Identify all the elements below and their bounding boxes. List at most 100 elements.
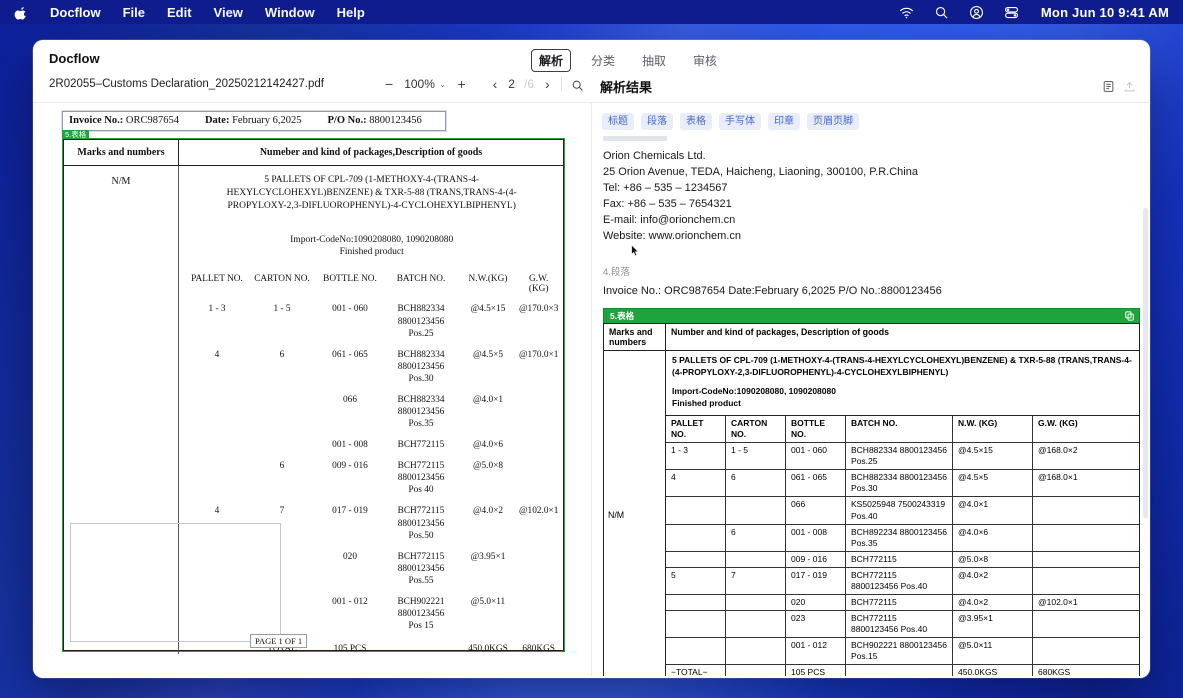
account-icon[interactable]	[969, 5, 984, 20]
copy-table-icon[interactable]	[1125, 311, 1134, 321]
parsed-col-marks-header: Marks and numbers	[604, 324, 666, 351]
parsed-col-goods-header: Number and kind of packages, Description…	[666, 324, 1139, 351]
chip-seal[interactable]: 印章	[768, 113, 800, 130]
pdf-import-code: Import-CodeNo:1090208080, 1090208080	[185, 235, 558, 245]
table-row: 1 - 31 - 5001 - 060BCH882334 8800123456 …	[666, 443, 1139, 470]
viewer-toolbar: 2R02055–Customs Declaration_202502121424…	[33, 70, 1150, 103]
menu-edit[interactable]: Edit	[167, 5, 192, 20]
element-type-chips: 标题 段落 表格 手写体 印章 页眉页脚	[602, 113, 1136, 130]
pdf-subtable-headers: PALLET NO. CARTON NO. BOTTLE NO. BATCH N…	[185, 274, 558, 294]
results-scrollbar[interactable]	[1143, 208, 1148, 518]
pdf-finished-product: Finished product	[185, 247, 558, 257]
pdf-total-pcs: 105 PCS	[315, 644, 385, 654]
parsed-goods-description: 5 PALLETS OF CPL-709 (1-METHOXY-4-(TRANS…	[672, 355, 1133, 379]
apple-menu-icon[interactable]	[14, 4, 28, 21]
table-row: 023BCH772115 8800123456 Pos.40@3.95×1	[666, 611, 1139, 638]
menubar-app-name[interactable]: Docflow	[50, 5, 101, 20]
pdf-header-nw: N.W.(KG)	[457, 274, 519, 294]
table-row: Website: www.orionchem.cn	[603, 229, 1136, 245]
table-detection-tag: 5.表格	[62, 130, 89, 139]
table-section-header: 5.表格	[603, 308, 1140, 323]
page-current[interactable]: 2	[508, 77, 515, 91]
window-content: Invoice No.: ORC987654 Date: February 6,…	[33, 103, 1150, 676]
pdf-total-row: −TOTAL− 105 PCS 450.0KGS 680KGS	[185, 644, 558, 654]
table-row: Orion Chemicals Ltd.	[603, 149, 1136, 165]
table-row: 009 - 016BCH772115@5.0×8	[666, 552, 1139, 568]
tab-extract[interactable]: 抽取	[635, 50, 673, 71]
date-label: Date:	[205, 115, 230, 126]
page-prev-button[interactable]: ‹	[491, 75, 500, 93]
pdf-header-carton: CARTON NO.	[249, 274, 315, 294]
table-row: 1 - 31 - 5001 - 060BCH882334 8800123456 …	[185, 303, 558, 339]
pdf-header-gw: G.W. (KG)	[519, 274, 558, 294]
menu-window[interactable]: Window	[265, 5, 315, 20]
parsed-table: Marks and numbers Number and kind of pac…	[603, 323, 1140, 676]
date-value: February 6,2025	[232, 115, 301, 126]
toolbar-divider	[561, 77, 562, 91]
pdf-page: Invoice No.: ORC987654 Date: February 6,…	[33, 103, 565, 652]
pdf-col-goods-header: Numeber and kind of packages,Description…	[179, 140, 563, 165]
chip-table[interactable]: 表格	[680, 113, 712, 130]
table-row: 57017 - 019BCH772115 8800123456 Pos.40@4…	[666, 568, 1139, 595]
po-label: P/O No.:	[328, 115, 367, 126]
table-row: Fax: +86 – 535 – 7654321	[603, 197, 1136, 213]
wifi-icon[interactable]	[899, 5, 914, 20]
zoom-caret-icon[interactable]: ⌄	[439, 79, 447, 90]
pdf-header-batch: BATCH NO.	[385, 274, 457, 294]
export-icon[interactable]	[1123, 80, 1136, 93]
menubar-clock[interactable]: Mon Jun 10 9:41 AM	[1041, 5, 1169, 20]
parse-results-pane[interactable]: 标题 段落 表格 手写体 印章 页眉页脚 Orion Chemicals Ltd…	[592, 103, 1150, 676]
table-row: 066KS5025948 7500243319 Pos.40@4.0×1	[666, 497, 1139, 524]
address-paragraph: Orion Chemicals Ltd.25 Orion Avenue, TED…	[603, 149, 1136, 245]
document-search-icon[interactable]	[571, 77, 584, 92]
pdf-total-nw: 450.0KGS	[457, 644, 519, 654]
pdf-header-bottle: BOTTLE NO.	[315, 274, 385, 294]
table-row: 25 Orion Avenue, TEDA, Haicheng, Liaonin…	[603, 165, 1136, 181]
window-header: Docflow 解析 分类 抽取 审核	[33, 40, 1150, 70]
pdf-viewer-pane[interactable]: Invoice No.: ORC987654 Date: February 6,…	[33, 103, 592, 676]
zoom-out-button[interactable]: −	[383, 75, 395, 93]
table-row: 46061 - 065BCH882334 8800123456 Pos.30@4…	[185, 349, 558, 385]
mode-tabs: 解析 分类 抽取 审核	[531, 49, 724, 72]
page-next-button[interactable]: ›	[543, 75, 552, 93]
table-row: 001 - 012BCH902221 8800123456 Pos.15@5.0…	[666, 638, 1139, 665]
parsed-inner-rows: 1 - 31 - 5001 - 060BCH882334 8800123456 …	[666, 443, 1139, 676]
document-outline-icon[interactable]	[1102, 80, 1115, 93]
pdf-goods-description: 5 PALLETS OF CPL-709 (1-METHOXY-4-(TRANS…	[185, 174, 558, 212]
chip-handwriting[interactable]: 手写体	[719, 113, 761, 130]
tab-classify[interactable]: 分类	[584, 50, 622, 71]
table-row: 46061 - 065BCH882334 8800123456 Pos.30@4…	[666, 470, 1139, 497]
pdf-detected-table-region: 5.表格 Marks and numbers Numeber and kind …	[62, 138, 565, 652]
invoice-label: Invoice No.:	[69, 115, 123, 126]
chip-paragraph[interactable]: 段落	[641, 113, 673, 130]
invoice-number: ORC987654	[126, 115, 179, 126]
results-panel-title: 解析结果	[600, 77, 652, 96]
search-icon[interactable]	[934, 5, 949, 20]
zoom-level[interactable]: 100%	[404, 77, 435, 91]
table-row: E-mail: info@orionchem.cn	[603, 213, 1136, 229]
menu-view[interactable]: View	[214, 5, 243, 20]
tab-parse[interactable]: 解析	[531, 49, 571, 72]
mouse-cursor	[630, 245, 1136, 257]
table-row: 066BCH882334 8800123456 Pos.35@4.0×1	[185, 394, 558, 430]
table-row: 6001 - 008BCH892234 8800123456 Pos.35@4.…	[666, 525, 1139, 552]
tab-review[interactable]: 审核	[686, 50, 724, 71]
zoom-in-button[interactable]: +	[455, 75, 467, 93]
table-row: −TOTAL−105 PCS450.0KGS680KGS	[666, 665, 1139, 676]
control-center-icon[interactable]	[1004, 5, 1019, 20]
menu-help[interactable]: Help	[337, 5, 365, 20]
chip-title[interactable]: 标题	[602, 113, 634, 130]
table-row: 020BCH772115@4.0×2@102.0×1	[666, 595, 1139, 611]
table-row: Tel: +86 – 535 – 1234567	[603, 181, 1136, 197]
menu-bar: Docflow File Edit View Window Help Mon J…	[0, 0, 1183, 24]
section4-invoice-text: Invoice No.: ORC987654 Date:February 6,2…	[603, 285, 1136, 297]
chip-header-footer[interactable]: 页眉页脚	[807, 113, 859, 130]
po-number: 8800123456	[369, 115, 422, 126]
parsed-marks-value: N/M	[604, 351, 666, 676]
viewer-controls: − 100% ⌄ + ‹ 2 /6 ›	[383, 75, 584, 93]
menu-file[interactable]: File	[123, 5, 145, 20]
parsed-inner-table: PALLET NO. CARTON NO. BOTTLE NO. BATCH N…	[666, 416, 1139, 676]
window-title: Docflow	[49, 51, 100, 66]
pdf-stamp-box	[70, 523, 281, 642]
pdf-col-marks-header: Marks and numbers	[64, 140, 179, 165]
